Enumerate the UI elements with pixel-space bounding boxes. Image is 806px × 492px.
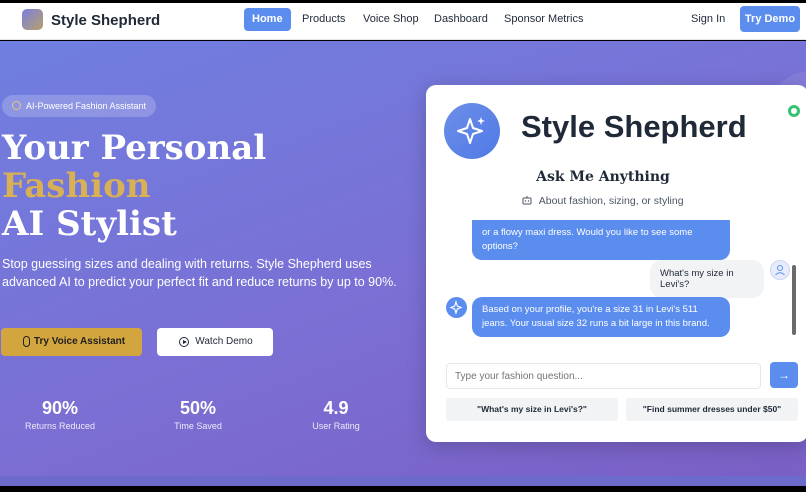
top-navbar: Style Shepherd Home Products Voice Shop … xyxy=(0,3,806,40)
stat-returns-reduced: 90% Returns Reduced xyxy=(0,398,120,431)
nav-dashboard[interactable]: Dashboard xyxy=(426,8,496,31)
nav-products[interactable]: Products xyxy=(294,8,353,31)
bot-message: Based on your profile, you're a size 31 … xyxy=(472,297,730,337)
screen-bezel-bottom xyxy=(0,486,806,492)
hero-title-line-3: AI Stylist xyxy=(2,204,177,244)
send-button[interactable]: → xyxy=(770,362,798,388)
nav-voice-shop[interactable]: Voice Shop xyxy=(355,8,427,31)
about-text: About fashion, sizing, or styling xyxy=(426,195,780,207)
question-input[interactable] xyxy=(446,363,761,389)
online-status-icon xyxy=(788,105,800,117)
sparkle-icon xyxy=(457,117,485,144)
ask-heading: Ask Me Anything xyxy=(536,169,670,185)
hero-title-line-2: Fashion xyxy=(2,166,151,206)
nav-sponsor-metrics[interactable]: Sponsor Metrics xyxy=(496,8,591,31)
about-label: About fashion, sizing, or styling xyxy=(538,195,684,207)
assistant-card: Style Shepherd Ask Me Anything About fas… xyxy=(426,85,806,442)
try-demo-button[interactable]: Try Demo xyxy=(740,6,800,32)
robot-icon xyxy=(522,196,532,205)
stat-label: Time Saved xyxy=(174,421,222,431)
assistant-title: Style Shepherd xyxy=(521,109,747,144)
nav-home[interactable]: Home xyxy=(244,8,291,31)
stat-time-saved: 50% Time Saved xyxy=(138,398,258,431)
microphone-icon xyxy=(23,336,30,347)
chat-scrollbar[interactable] xyxy=(792,225,796,350)
watch-button-label: Watch Demo xyxy=(195,336,253,347)
brand-logo-icon[interactable] xyxy=(22,9,43,30)
sparkle-icon xyxy=(12,101,21,110)
sign-in-link[interactable]: Sign In xyxy=(691,13,725,25)
try-voice-assistant-button[interactable]: Try Voice Assistant xyxy=(1,328,142,356)
assistant-avatar xyxy=(444,103,500,159)
suggestion-chip-dresses[interactable]: "Find summer dresses under $50" xyxy=(626,398,798,421)
hero-subtitle: Stop guessing sizes and dealing with ret… xyxy=(2,257,397,289)
bot-message: or a flowy maxi dress. Would you like to… xyxy=(472,220,730,260)
brand-name[interactable]: Style Shepherd xyxy=(51,12,160,29)
stat-value: 4.9 xyxy=(323,398,349,418)
play-icon xyxy=(179,337,189,347)
hero-title-line-1: Your Personal xyxy=(2,128,267,168)
bot-avatar-icon xyxy=(446,297,467,318)
stat-label: User Rating xyxy=(312,421,360,431)
user-avatar-icon xyxy=(770,260,790,280)
stat-value: 90% xyxy=(41,398,79,418)
feature-badge: AI-Powered Fashion Assistant xyxy=(2,95,157,117)
stat-value: 50% xyxy=(179,398,217,418)
stat-label: Returns Reduced xyxy=(24,421,96,431)
chat-history[interactable]: or a flowy maxi dress. Would you like to… xyxy=(426,220,806,350)
scrollbar-thumb[interactable] xyxy=(792,265,796,335)
badge-label: AI-Powered Fashion Assistant xyxy=(26,101,147,111)
hero-bottom-strip xyxy=(0,476,806,486)
voice-button-label: Try Voice Assistant xyxy=(33,336,126,347)
stat-user-rating: 4.9 User Rating xyxy=(276,398,396,431)
suggestion-chip-size[interactable]: "What's my size in Levi's?" xyxy=(446,398,618,421)
watch-demo-button[interactable]: Watch Demo xyxy=(157,328,273,356)
user-message: What's my size in Levi's? xyxy=(650,260,764,298)
